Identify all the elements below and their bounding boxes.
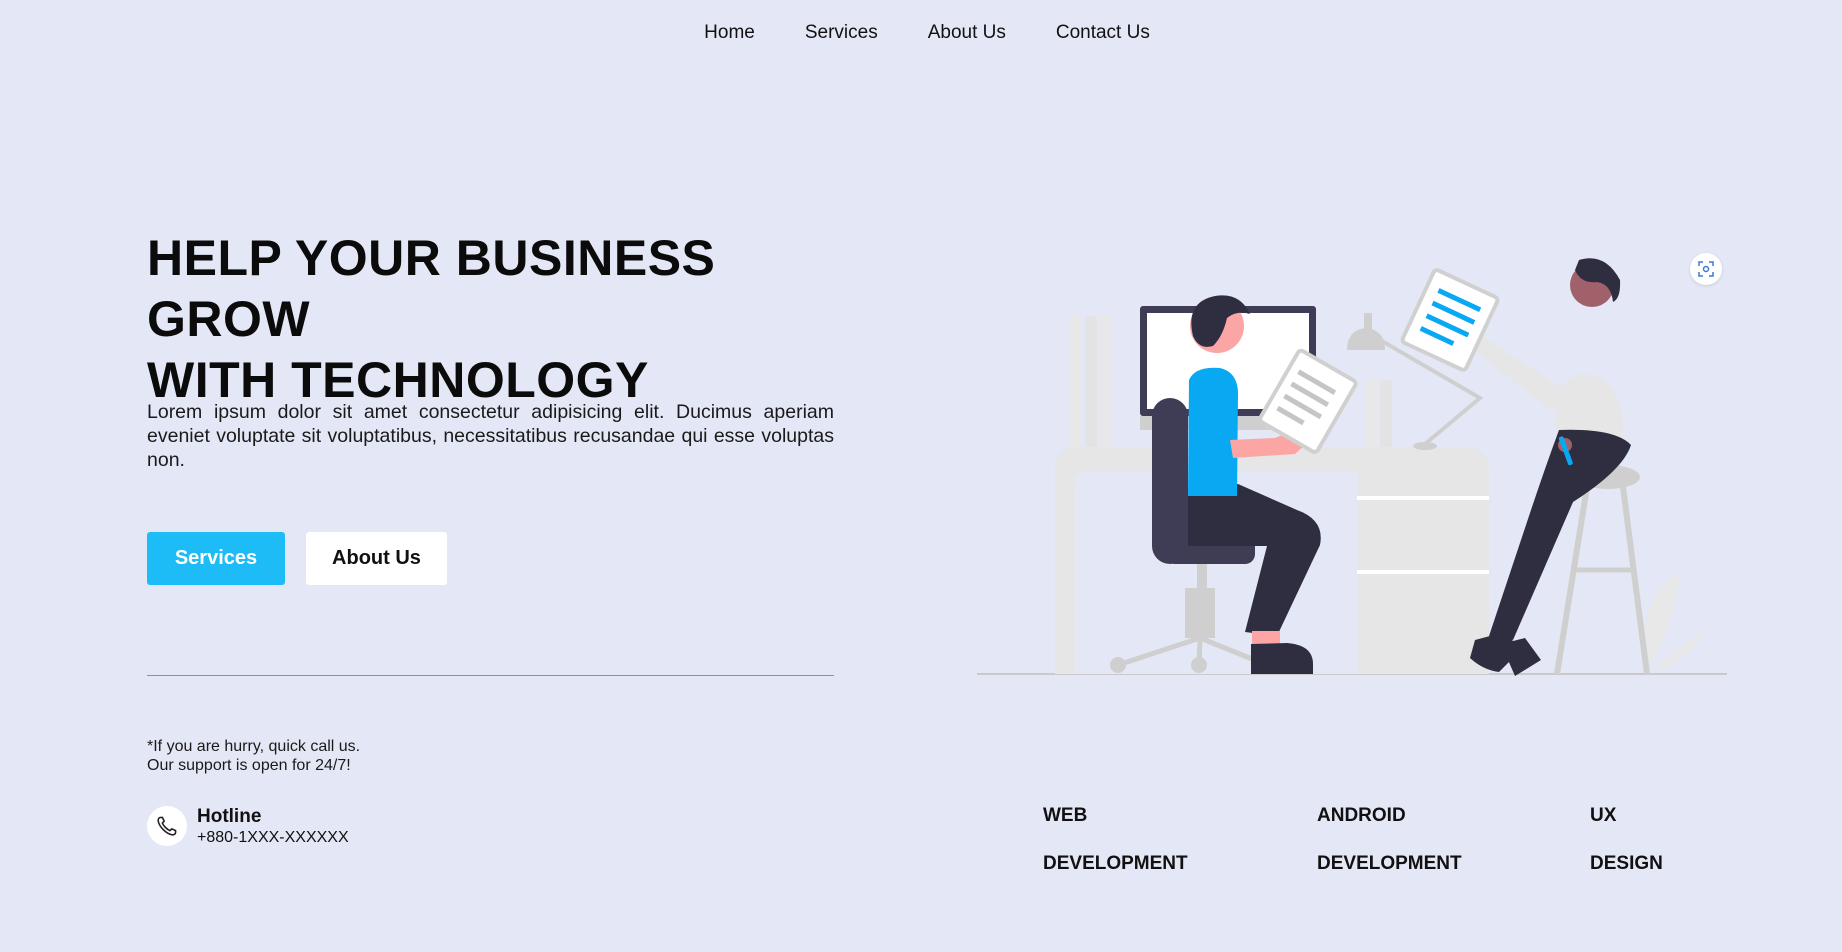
services-button[interactable]: Services xyxy=(147,532,285,585)
hotline-number[interactable]: +880-1XXX-XXXXXX xyxy=(197,829,349,847)
office-illustration xyxy=(977,258,1727,676)
service-label: ANDROID xyxy=(1317,805,1406,826)
hotline-label: Hotline xyxy=(197,806,262,827)
support-note-line2: Our support is open for 24/7! xyxy=(147,757,351,774)
hero-description: Lorem ipsum dolor sit amet consectetur a… xyxy=(147,401,834,471)
hero-title: HELP YOUR BUSINESS GROW WITH TECHNOLOGY xyxy=(147,228,867,411)
service-label: UX xyxy=(1590,805,1617,826)
service-label: DEVELOPMENT xyxy=(1317,853,1462,874)
support-note: *If you are hurry, quick call us. Our su… xyxy=(147,737,360,775)
nav-home-link[interactable]: Home xyxy=(704,22,755,44)
divider xyxy=(147,675,834,676)
service-label: DEVELOPMENT xyxy=(1043,853,1188,874)
nav-about-link[interactable]: About Us xyxy=(928,22,1006,44)
visual-search-icon[interactable] xyxy=(1690,253,1722,285)
about-us-button[interactable]: About Us xyxy=(306,532,447,585)
nav-contact-link[interactable]: Contact Us xyxy=(1056,22,1150,44)
service-android-development[interactable]: ANDROID DEVELOPMENT xyxy=(1317,780,1462,900)
service-web-development[interactable]: WEB DEVELOPMENT xyxy=(1043,780,1188,900)
support-note-line1: *If you are hurry, quick call us. xyxy=(147,738,361,755)
service-label: DESIGN xyxy=(1590,853,1663,874)
service-ux-design[interactable]: UX DESIGN xyxy=(1590,780,1663,900)
nav-services-link[interactable]: Services xyxy=(805,22,878,44)
phone-icon xyxy=(147,806,187,846)
service-label: WEB xyxy=(1043,805,1088,826)
hero-title-line1: HELP YOUR BUSINESS GROW xyxy=(147,230,716,347)
top-nav: Home Services About Us Contact Us xyxy=(0,22,1842,44)
